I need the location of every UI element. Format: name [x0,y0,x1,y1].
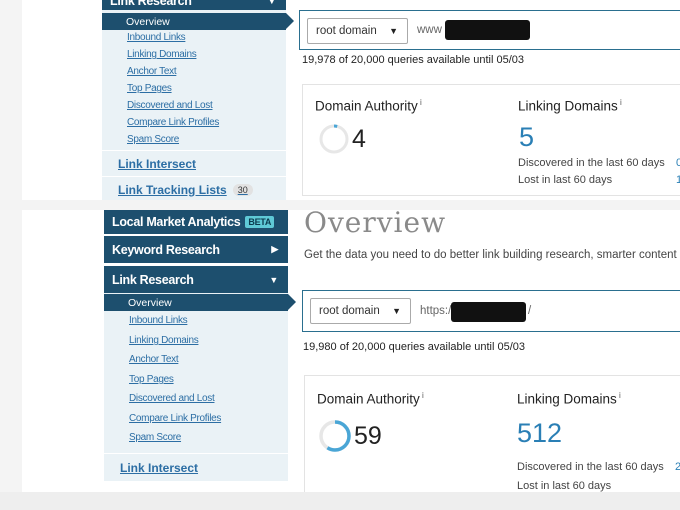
select-value: root domain [316,25,377,37]
url-input[interactable]: https:/ [420,305,451,317]
discovered-label: Discovered in the last 60 days [518,157,665,169]
ld-value[interactable]: 5 [519,122,534,153]
da-label: Domain Authority [315,98,418,114]
nav-label: Link Tracking Lists [118,183,227,197]
da-ring-chart [319,124,349,154]
nav-label: Link Research [110,0,192,8]
lost-label: Lost in last 60 days [518,174,613,186]
discovered-value[interactable]: 2 [675,461,680,473]
domain-type-select[interactable]: root domain ▼ [310,298,411,324]
sub-nav-anchor-text[interactable]: Anchor Text [127,66,177,77]
bottom-band [0,492,680,510]
query-bar: root domain ▼ www [299,10,680,50]
ld-label: Linking Domains [517,391,617,407]
sidebar: Local Market Analytics BETA Keyword Rese… [104,210,296,492]
sub-nav-label: Overview [126,15,170,28]
sub-nav-linking-domains[interactable]: Linking Domains [127,49,197,60]
dropdown-arrow-icon: ▼ [389,26,398,36]
stats-card: Domain Authority i 4 Linking Domains i 5… [302,84,680,196]
nav-label: Link Intersect [118,156,197,171]
da-title: Domain Authority i [315,98,422,114]
discovered-row: Discovered in the last 60 days 2 [517,461,680,473]
da-title: Domain Authority i [317,391,424,407]
nav-keyword-research[interactable]: Keyword Research ▶ [104,235,288,263]
ld-title: Linking Domains i [518,98,622,114]
top-screenshot-panel: Link Research ▼ Overview Inbound Links L… [0,0,680,200]
sub-nav-top-pages[interactable]: Top Pages [129,374,174,385]
url-suffix: / [528,305,532,317]
da-value: 59 [354,422,382,450]
nav-link-tracking-lists[interactable]: Link Tracking Lists 30 [102,176,286,200]
beta-badge: BETA [245,216,275,228]
ld-label: Linking Domains [518,98,618,114]
stats-card: Domain Authority i 59 Linking Domains i … [304,375,680,492]
discovered-row: Discovered in the last 60 days 0 [518,157,680,169]
caret-down-icon: ▼ [269,274,278,285]
query-bar: root domain ▼ https:/ / [302,290,680,332]
sub-nav-inbound-links[interactable]: Inbound Links [129,315,188,326]
lost-value[interactable]: 1 [676,174,680,186]
sub-nav-spam-score[interactable]: Spam Score [129,432,181,443]
queries-available: 19,980 of 20,000 queries available until… [303,341,526,353]
sub-nav-spam-score[interactable]: Spam Score [127,134,179,145]
nav-link-research[interactable]: Link Research ▼ [102,0,286,10]
sub-nav-inbound-links[interactable]: Inbound Links [127,32,186,43]
info-icon[interactable]: i [420,391,424,400]
select-value: root domain [319,305,380,317]
nav-label: Keyword Research [112,242,220,257]
count-badge: 30 [232,184,253,196]
sub-nav-top-pages[interactable]: Top Pages [127,83,172,94]
caret-right-icon: ▶ [271,244,278,254]
da-label: Domain Authority [317,391,420,407]
sub-nav-label: Overview [128,296,172,309]
panel-gutter [0,210,22,492]
sub-nav-linking-domains[interactable]: Linking Domains [129,335,199,346]
sub-nav-overview[interactable]: Overview [104,294,296,311]
sub-nav-compare-profiles[interactable]: Compare Link Profiles [129,413,221,424]
lost-label: Lost in last 60 days [517,480,612,492]
info-icon[interactable]: i [617,391,621,400]
da-value: 4 [352,125,366,153]
sub-nav-overview[interactable]: Overview [102,13,294,30]
url-input[interactable]: www [417,24,442,36]
nav-link-intersect[interactable]: Link Intersect [102,150,286,176]
nav-link-intersect[interactable]: Link Intersect [104,453,288,481]
nav-link-research[interactable]: Link Research ▼ [104,265,288,293]
page-title: Overview [304,206,447,239]
nav-label: Link Intersect [120,460,199,475]
sub-nav-list: Overview Inbound Links Linking Domains A… [102,10,294,150]
sub-nav-anchor-text[interactable]: Anchor Text [129,354,179,365]
info-icon[interactable]: i [418,98,422,107]
lost-row: Lost in last 60 days 1 [518,174,680,186]
sub-nav-discovered-lost[interactable]: Discovered and Lost [129,393,215,404]
sub-nav-list: Overview Inbound Links Linking Domains A… [104,293,296,453]
discovered-label: Discovered in the last 60 days [517,461,664,473]
nav-label: Local Market Analytics [112,215,241,229]
info-icon[interactable]: i [618,98,622,107]
ld-value[interactable]: 512 [517,418,562,449]
caret-down-icon: ▼ [267,0,276,6]
redacted-url-mask [445,20,530,40]
page-description: Get the data you need to do better link … [304,249,680,261]
panel-gutter [0,0,22,200]
nav-label: Link Research [112,272,194,287]
discovered-value[interactable]: 0 [676,157,680,169]
domain-type-select[interactable]: root domain ▼ [307,18,408,44]
dropdown-arrow-icon: ▼ [392,306,401,316]
sidebar: Link Research ▼ Overview Inbound Links L… [102,0,294,200]
nav-local-market-analytics[interactable]: Local Market Analytics BETA [104,210,288,234]
sub-nav-compare-profiles[interactable]: Compare Link Profiles [127,117,219,128]
da-ring-chart [319,420,351,452]
redacted-url-mask [451,302,526,322]
ld-title: Linking Domains i [517,391,621,407]
sub-nav-discovered-lost[interactable]: Discovered and Lost [127,100,213,111]
lost-row: Lost in last 60 days [517,480,680,492]
queries-available: 19,978 of 20,000 queries available until… [302,54,525,66]
